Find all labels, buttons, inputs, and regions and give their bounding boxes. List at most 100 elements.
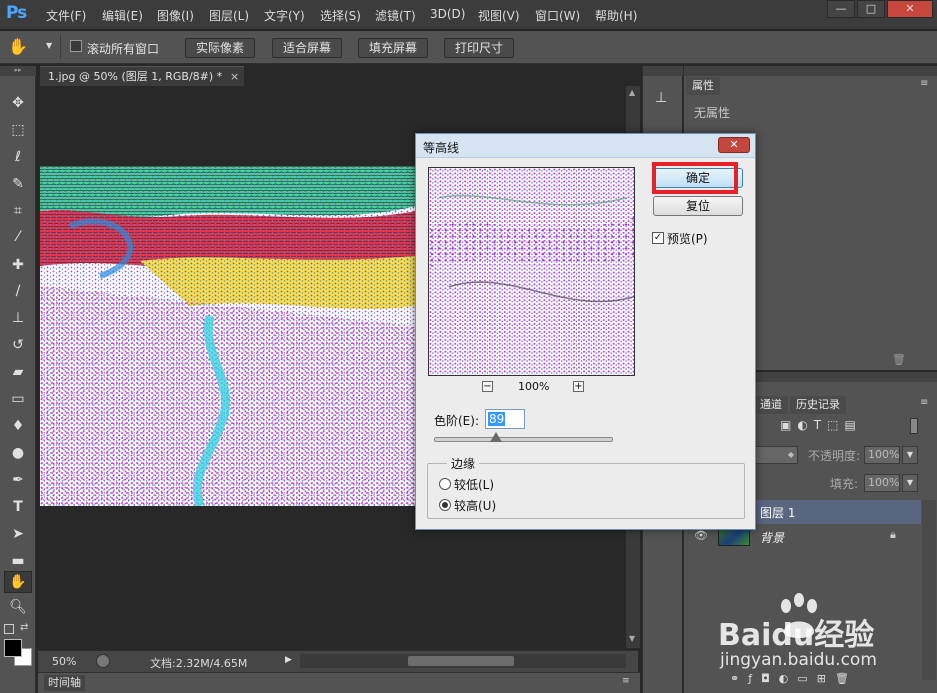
level-slider-thumb[interactable] (490, 432, 503, 442)
history-brush-tool-icon[interactable]: ↺ (8, 336, 28, 354)
panel-menu-icon[interactable]: ≡ (920, 78, 928, 89)
timeline-tab[interactable]: 时间轴 (44, 675, 85, 691)
menu-layer[interactable]: 图层(L) (209, 7, 249, 24)
reset-button[interactable]: 复位 (653, 196, 743, 216)
menu-help[interactable]: 帮助(H) (595, 7, 637, 24)
healing-brush-tool-icon[interactable]: ✚ (8, 256, 28, 274)
layer-filter-icons[interactable]: ▣◐T⬚▤ (780, 418, 862, 432)
dodge-tool-icon[interactable]: ● (8, 444, 28, 462)
fit-screen-button[interactable]: 适合屏幕 (272, 38, 343, 58)
menu-3d[interactable]: 3D(D) (430, 7, 465, 21)
share-icon[interactable] (96, 654, 110, 668)
opacity-dropdown-icon[interactable]: ▼ (902, 446, 918, 464)
menu-select[interactable]: 选择(S) (320, 7, 361, 24)
channels-tab[interactable]: 通道 (754, 396, 788, 414)
zoom-in-button[interactable]: + (573, 381, 584, 392)
zoom-tool-icon[interactable]: 🔍︎ (8, 598, 28, 616)
menu-image[interactable]: 图像(I) (157, 7, 194, 24)
fill-label: 填充: (830, 477, 859, 491)
layer-name: 背景 (760, 531, 785, 545)
preview-label: 预览(P) (667, 232, 708, 246)
scroll-up-icon[interactable]: ▲ (629, 88, 635, 97)
menu-type[interactable]: 文字(Y) (264, 7, 305, 24)
menu-file[interactable]: 文件(F) (46, 7, 86, 24)
tool-presets-icon[interactable]: ⊥ (655, 90, 671, 108)
marquee-tool-icon[interactable]: ⬚ (8, 121, 28, 139)
menu-window[interactable]: 窗口(W) (535, 7, 580, 24)
menu-filter[interactable]: 滤镜(T) (375, 7, 416, 24)
baidu-jingyan-watermark: Baidu经验 jingyan.baidu.com (712, 592, 937, 682)
zoom-out-button[interactable]: − (482, 381, 493, 392)
dialog-title: 等高线 (423, 141, 460, 155)
options-bar: ✋ ▼ 滚动所有窗口 实际像素 适合屏幕 填充屏幕 打印尺寸 (0, 31, 937, 64)
panel-grip[interactable]: ▸▸ (0, 66, 36, 76)
menu-view[interactable]: 视图(V) (478, 7, 520, 24)
level-input[interactable]: 89 (485, 409, 525, 429)
fill-screen-button[interactable]: 填充屏幕 (358, 38, 429, 58)
preview-checkbox[interactable]: ✓ (652, 232, 664, 244)
eyedropper-tool-icon[interactable]: ⁄ (8, 228, 28, 246)
filter-preview[interactable] (428, 167, 635, 376)
type-tool-icon[interactable]: T (8, 498, 28, 516)
scroll-down-icon[interactable]: ▼ (629, 634, 635, 643)
clone-stamp-tool-icon[interactable]: ⊥ (8, 309, 28, 327)
fill-field[interactable]: 100% (864, 474, 900, 492)
default-colors-icon[interactable] (4, 624, 14, 634)
ok-button-highlight (652, 162, 738, 194)
horizontal-scroll-thumb[interactable] (408, 656, 514, 666)
swap-colors-icon[interactable]: ⇄ (20, 622, 28, 633)
opacity-field[interactable]: 100% (864, 446, 900, 464)
quick-select-tool-icon[interactable]: ✎ (8, 175, 28, 193)
menu-edit[interactable]: 编辑(E) (102, 7, 143, 24)
edge-upper-label: 较高(U) (454, 499, 497, 513)
photoshop-logo: Ps (6, 3, 27, 23)
panel-grip[interactable] (684, 66, 937, 76)
move-tool-icon[interactable]: ✥ (8, 94, 28, 112)
lock-icon: 🔒︎ (890, 528, 896, 541)
status-menu-arrow-icon[interactable]: ▶ (285, 655, 292, 665)
filter-toggle-icon[interactable] (910, 418, 918, 434)
history-tab[interactable]: 历史记录 (790, 396, 846, 414)
trash-icon[interactable]: 🗑︎ (892, 353, 906, 366)
rectangle-tool-icon[interactable]: ▬ (8, 552, 28, 570)
minimize-button[interactable]: — (827, 0, 855, 18)
panel-grip[interactable] (643, 66, 683, 76)
level-label: 色阶(E): (434, 414, 479, 428)
dialog-close-button[interactable]: ✕ (718, 137, 750, 153)
level-slider-track[interactable] (434, 437, 613, 442)
zoom-level[interactable]: 50% (52, 655, 76, 668)
menu-bar: Ps 文件(F) 编辑(E) 图像(I) 图层(L) 文字(Y) 选择(S) 滤… (0, 0, 937, 30)
lasso-tool-icon[interactable]: ℓ (8, 148, 28, 166)
maximize-button[interactable]: □ (857, 0, 885, 18)
blur-tool-icon[interactable]: ♦ (8, 417, 28, 435)
close-window-button[interactable]: ✕ (887, 0, 933, 18)
panel-menu-icon[interactable]: ≡ (920, 397, 928, 408)
pen-tool-icon[interactable]: ✒ (8, 471, 28, 489)
scroll-all-windows-checkbox[interactable] (70, 40, 82, 55)
eraser-tool-icon[interactable]: ▰ (8, 363, 28, 381)
divider (60, 35, 61, 59)
dialog-title-bar[interactable]: 等高线 ✕ (416, 134, 755, 158)
crop-tool-icon[interactable]: ⌗ (8, 202, 28, 220)
panel-menu-icon[interactable]: ≡ (622, 676, 630, 686)
visibility-eye-icon[interactable]: 👁︎ (694, 529, 708, 542)
watermark-url: jingyan.baidu.com (720, 650, 877, 670)
edge-upper-radio[interactable] (439, 499, 451, 511)
canvas-image (40, 166, 416, 506)
tool-preset-chevron-down-icon[interactable]: ▼ (46, 41, 52, 50)
path-select-tool-icon[interactable]: ➤ (8, 525, 28, 543)
properties-tab[interactable]: 属性 (686, 77, 720, 95)
fill-dropdown-icon[interactable]: ▼ (902, 474, 918, 492)
print-size-button[interactable]: 打印尺寸 (444, 38, 515, 58)
gradient-tool-icon[interactable]: ▭ (8, 390, 28, 408)
horizontal-scrollbar[interactable] (300, 654, 626, 668)
hand-tool-icon[interactable]: ✋ (8, 37, 28, 57)
foreground-color-swatch[interactable] (4, 639, 22, 657)
close-tab-icon[interactable]: × (230, 67, 239, 86)
document-tab[interactable]: 1.jpg @ 50% (图层 1, RGB/8#) * × (40, 66, 244, 86)
actual-pixels-button[interactable]: 实际像素 (185, 38, 256, 58)
blend-mode-select[interactable]: ◆ (754, 446, 798, 464)
hand-tool-active-icon[interactable]: ✋ (4, 571, 32, 593)
brush-tool-icon[interactable]: ∕ (8, 282, 28, 300)
edge-lower-radio[interactable] (439, 478, 451, 490)
